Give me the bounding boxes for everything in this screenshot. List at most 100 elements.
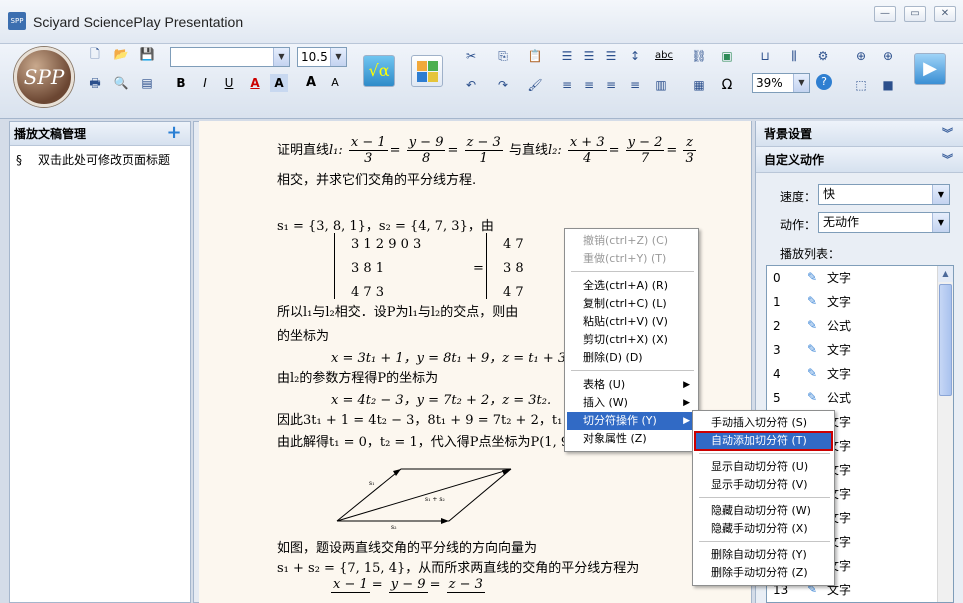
- font-size-select[interactable]: 10.5 ▼: [297, 47, 347, 67]
- table-icon[interactable]: ▦: [690, 76, 708, 94]
- maximize-button[interactable]: ▭: [904, 6, 926, 22]
- background-settings-header[interactable]: 背景设置 ︾: [756, 121, 963, 147]
- matrix-row-2: 3 8 1: [351, 261, 385, 276]
- menu-delete[interactable]: 删除(D) (D): [567, 349, 696, 367]
- action-select[interactable]: 无动作 ▼: [818, 212, 950, 233]
- new-file-icon[interactable]: 🗋: [86, 45, 104, 63]
- doc-line-fig: 如图，题设两直线交角的平分线的方向向量为: [277, 541, 538, 556]
- fraction: x + 34: [567, 135, 607, 166]
- playlist-item[interactable]: 5 ✎ 公式: [767, 386, 953, 410]
- print-preview-icon[interactable]: 🔍: [112, 74, 130, 92]
- playlist-item[interactable]: 0 ✎ 文字: [767, 266, 953, 290]
- scroll-thumb[interactable]: [939, 284, 952, 396]
- notes-icon[interactable]: ▤: [138, 74, 156, 92]
- submenu-hide-manual[interactable]: 隐藏手动切分符 (X): [695, 520, 832, 538]
- playlist-item[interactable]: 1 ✎ 文字: [767, 290, 953, 314]
- fill-box-icon[interactable]: ■: [879, 76, 897, 94]
- format-painter-icon[interactable]: 🖌: [526, 76, 544, 94]
- symbol-button[interactable]: Ω: [718, 76, 736, 94]
- collapse-chevron-icon[interactable]: ︾: [942, 147, 953, 173]
- chart-icon[interactable]: ⫼: [785, 47, 803, 65]
- playlist-item[interactable]: 3 ✎ 文字: [767, 338, 953, 362]
- submenu-auto-add[interactable]: 自动添加切分符 (T): [694, 431, 833, 451]
- numbered-list-icon[interactable]: ☰: [580, 47, 598, 65]
- playlist-scrollbar[interactable]: ▲: [937, 266, 953, 602]
- submenu-del-manual[interactable]: 删除手动切分符 (Z): [695, 564, 832, 582]
- menu-insert[interactable]: 插入 (W) ▶: [567, 394, 696, 412]
- slide-title-item[interactable]: § 双击此处可修改页面标题: [10, 146, 190, 168]
- submenu-show-auto[interactable]: 显示自动切分符 (U): [695, 458, 832, 476]
- insert-slide-after-icon[interactable]: ⊕: [879, 47, 897, 65]
- menu-redo[interactable]: 重做(ctrl+Y) (T): [567, 250, 696, 268]
- line-spacing-icon[interactable]: ↕: [626, 47, 644, 65]
- menu-table[interactable]: 表格 (U) ▶: [567, 376, 696, 394]
- align-right-icon[interactable]: ≡: [602, 76, 620, 94]
- doc-s-line: s₁ = {3, 8, 1}，s₂ = {4, 7, 3}，由: [277, 219, 494, 234]
- cut-icon[interactable]: ✂: [462, 47, 480, 65]
- menu-undo[interactable]: 撤销(ctrl+Z) (C): [567, 232, 696, 250]
- italic-button[interactable]: I: [196, 74, 214, 92]
- align-center-icon[interactable]: ≡: [580, 76, 598, 94]
- speed-select[interactable]: 快 ▼: [818, 184, 950, 205]
- scroll-up-icon[interactable]: ▲: [938, 266, 953, 282]
- underline-button[interactable]: U: [220, 74, 238, 92]
- align-left-icon[interactable]: ≡: [558, 76, 576, 94]
- font-color-button[interactable]: A: [246, 74, 264, 92]
- font-name-select[interactable]: ▼: [170, 47, 290, 67]
- highlight-button[interactable]: A: [270, 74, 288, 92]
- playlist-index: 3: [773, 343, 781, 357]
- ruler-icon[interactable]: ⊔: [756, 47, 774, 65]
- play-button[interactable]: ▶: [914, 53, 946, 85]
- submenu-show-manual[interactable]: 显示手动切分符 (V): [695, 476, 832, 494]
- submenu-hide-auto[interactable]: 隐藏自动切分符 (W): [695, 502, 832, 520]
- submenu-manual-insert[interactable]: 手动插入切分符 (S): [695, 414, 832, 432]
- bullet-list-icon[interactable]: ☰: [558, 47, 576, 65]
- spellcheck-button[interactable]: abc: [652, 47, 676, 65]
- add-slide-icon[interactable]: +: [166, 124, 182, 142]
- grow-font-button[interactable]: A: [302, 74, 320, 92]
- doc-eq-2: x = 4t₂ − 3，y = 7t₂ + 2，z = 3t₂.: [331, 393, 552, 408]
- spp-logo-button[interactable]: SPP: [14, 47, 74, 107]
- select-box-icon[interactable]: ⬚: [852, 76, 870, 94]
- menu-paste[interactable]: 粘贴(ctrl+V) (V): [567, 313, 696, 331]
- undo-icon[interactable]: ↶: [462, 76, 480, 94]
- menu-cut[interactable]: 剪切(ctrl+X) (X): [567, 331, 696, 349]
- playlist-item[interactable]: 2 ✎ 公式: [767, 314, 953, 338]
- collapse-chevron-icon[interactable]: ︾: [942, 121, 953, 147]
- matrix-col-row-3: 4 7: [503, 285, 524, 300]
- image-icon[interactable]: ▣: [718, 47, 736, 65]
- fig-label-sum: s₁ + s₂: [425, 496, 445, 503]
- playlist-type: 文字: [827, 367, 852, 381]
- outdent-icon[interactable]: ☰: [602, 47, 620, 65]
- settings-gear-icon[interactable]: ⚙: [814, 47, 832, 65]
- minimize-button[interactable]: —: [874, 6, 896, 22]
- close-button[interactable]: ✕: [934, 6, 956, 22]
- animation-brush-icon: ✎: [807, 270, 818, 284]
- redo-icon[interactable]: ↷: [494, 76, 512, 94]
- bold-button[interactable]: B: [172, 74, 190, 92]
- justify-icon[interactable]: ≡: [626, 76, 644, 94]
- open-folder-icon[interactable]: 📂: [112, 45, 130, 63]
- help-icon[interactable]: ?: [816, 74, 832, 90]
- custom-action-header[interactable]: 自定义动作 ︾: [756, 147, 963, 173]
- shrink-font-button[interactable]: A: [326, 74, 344, 92]
- menu-separator: [571, 370, 694, 371]
- paste-icon[interactable]: 📋: [526, 47, 544, 65]
- zoom-select[interactable]: 39% ▼: [752, 73, 810, 93]
- insert-slide-before-icon[interactable]: ⊕: [852, 47, 870, 65]
- slide-title-text: 双击此处可修改页面标题: [38, 153, 171, 167]
- print-icon[interactable]: 🖶: [86, 74, 104, 92]
- playlist-item[interactable]: 4 ✎ 文字: [767, 362, 953, 386]
- save-icon[interactable]: 💾: [138, 45, 156, 63]
- menu-props[interactable]: 对象属性 (Z): [567, 430, 696, 448]
- menu-copy[interactable]: 复制(ctrl+C) (L): [567, 295, 696, 313]
- link-icon[interactable]: ⛓: [690, 47, 708, 65]
- menu-split-ops[interactable]: 切分符操作 (Y) ▶: [567, 412, 696, 430]
- layout-grid-icon[interactable]: [411, 55, 443, 87]
- copy-icon[interactable]: ⎘: [494, 47, 512, 65]
- menu-select-all[interactable]: 全选(ctrl+A) (R): [567, 277, 696, 295]
- formula-editor-icon[interactable]: √α: [363, 55, 395, 87]
- submenu-del-auto[interactable]: 删除自动切分符 (Y): [695, 546, 832, 564]
- columns-icon[interactable]: ▥: [652, 76, 670, 94]
- doc-line-2: 相交，并求它们交角的平分线方程.: [277, 173, 477, 188]
